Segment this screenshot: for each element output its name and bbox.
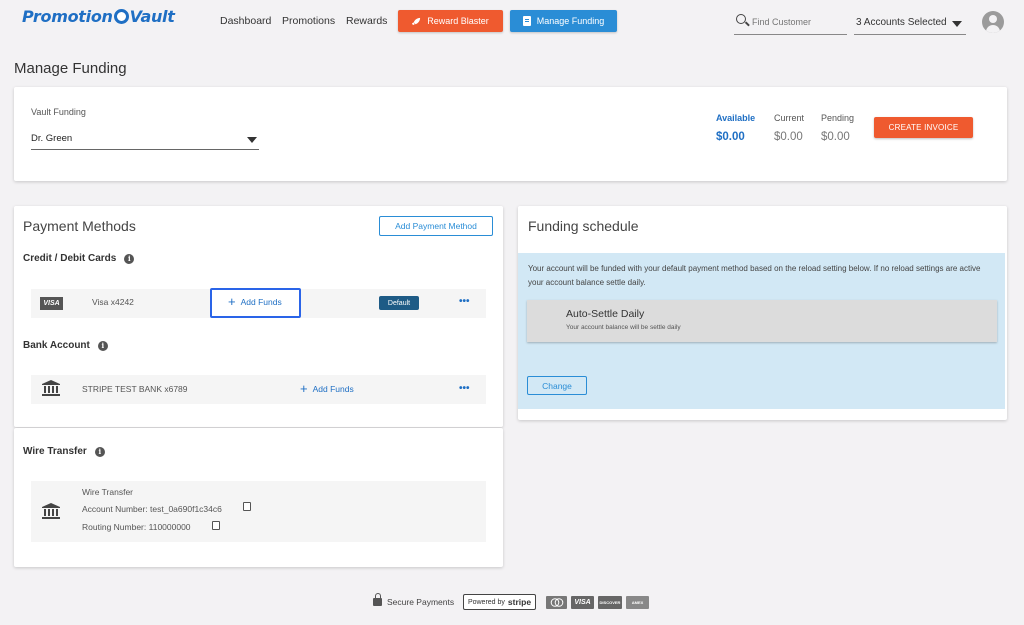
top-bar: Promotion Vault Dashboard Promotions Rewa… bbox=[0, 0, 1024, 44]
available-value: $0.00 bbox=[716, 131, 745, 143]
accounts-selected-value: 3 Accounts Selected bbox=[856, 17, 947, 28]
card-add-funds-label: Add Funds bbox=[240, 297, 282, 307]
current-label: Current bbox=[774, 113, 805, 123]
search-icon bbox=[736, 14, 746, 24]
bank-add-funds-label: Add Funds bbox=[312, 384, 354, 394]
manage-funding-label: Manage Funding bbox=[536, 16, 605, 26]
chevron-down-icon bbox=[247, 137, 257, 143]
find-customer-field[interactable] bbox=[734, 11, 847, 35]
secure-payments-text: Secure Payments bbox=[387, 597, 455, 607]
copy-icon[interactable] bbox=[240, 502, 251, 516]
bank-label: STRIPE TEST BANK x6789 bbox=[82, 384, 188, 394]
bank-icon bbox=[42, 503, 60, 519]
discover-icon: DISCOVER bbox=[598, 596, 622, 609]
wire-account-number: Account Number: test_0a690f1c34c6 bbox=[82, 504, 222, 514]
bank-more-icon[interactable]: ••• bbox=[459, 383, 470, 394]
lock-icon bbox=[373, 593, 382, 606]
reward-blaster-button[interactable]: Reward Blaster bbox=[398, 10, 503, 32]
chevron-down-icon bbox=[952, 21, 962, 27]
card-add-funds-button[interactable]: + Add Funds bbox=[228, 294, 282, 309]
bank-add-funds-button[interactable]: + Add Funds bbox=[300, 381, 354, 396]
vault-funding-select[interactable]: Dr. Green bbox=[31, 128, 259, 150]
cards-heading: Credit / Debit Cards i bbox=[23, 253, 135, 264]
nav-dashboard[interactable]: Dashboard bbox=[220, 15, 271, 27]
payment-methods-title: Payment Methods bbox=[23, 218, 136, 234]
change-button[interactable]: Change bbox=[527, 376, 587, 395]
create-invoice-button[interactable]: CREATE INVOICE bbox=[874, 117, 973, 138]
available-label: Available bbox=[716, 113, 756, 123]
manage-funding-button[interactable]: Manage Funding bbox=[510, 10, 617, 32]
info-icon[interactable]: i bbox=[97, 340, 108, 351]
avatar[interactable] bbox=[982, 11, 1004, 33]
logo[interactable]: Promotion Vault bbox=[22, 7, 175, 26]
cards-title: Credit / Debit Cards bbox=[23, 253, 117, 264]
plus-icon: + bbox=[228, 294, 236, 309]
vault-funding-value: Dr. Green bbox=[31, 133, 73, 144]
find-customer-input[interactable] bbox=[752, 15, 844, 29]
rocket-icon bbox=[412, 17, 421, 25]
copy-icon[interactable] bbox=[209, 521, 220, 535]
vault-funding-label: Vault Funding bbox=[31, 107, 86, 117]
card-more-icon[interactable]: ••• bbox=[459, 296, 470, 307]
visa-icon: VISA bbox=[571, 596, 594, 609]
auto-settle-subtitle: Your account balance will be settle dail… bbox=[566, 324, 681, 331]
logo-right: Vault bbox=[129, 7, 175, 26]
wire-routing-number: Routing Number: 110000000 bbox=[82, 522, 191, 532]
default-badge: Default bbox=[379, 296, 419, 310]
funding-schedule-description: Your account will be funded with your de… bbox=[528, 264, 981, 287]
info-icon[interactable]: i bbox=[124, 253, 135, 264]
plus-icon: + bbox=[300, 381, 308, 396]
visa-card-icon: VISA bbox=[40, 297, 63, 310]
gear-icon bbox=[113, 9, 129, 24]
accounts-select[interactable]: 3 Accounts Selected bbox=[854, 11, 966, 35]
bank-title: Bank Account bbox=[23, 340, 90, 351]
powered-by-stripe-badge: Powered by stripe bbox=[463, 594, 536, 610]
bank-icon bbox=[42, 380, 60, 396]
current-value: $0.00 bbox=[774, 131, 803, 143]
card-label: Visa x4242 bbox=[92, 297, 134, 307]
bank-heading: Bank Account i bbox=[23, 340, 108, 351]
wire-heading-text: Wire Transfer bbox=[82, 487, 134, 497]
pending-value: $0.00 bbox=[821, 131, 850, 143]
reward-blaster-label: Reward Blaster bbox=[427, 16, 489, 26]
info-icon[interactable]: i bbox=[94, 446, 105, 457]
stripe-text: stripe bbox=[507, 597, 532, 607]
powered-by-text: Powered by bbox=[467, 598, 505, 606]
funding-schedule-title: Funding schedule bbox=[528, 218, 639, 234]
amex-icon: AMEX bbox=[626, 596, 649, 609]
pending-label: Pending bbox=[821, 113, 855, 123]
wire-title: Wire Transfer bbox=[23, 446, 87, 457]
mastercard-icon bbox=[546, 596, 567, 609]
page-title: Manage Funding bbox=[14, 60, 127, 77]
nav-rewards[interactable]: Rewards bbox=[346, 15, 387, 27]
document-icon bbox=[522, 16, 531, 26]
wire-heading: Wire Transfer i bbox=[23, 446, 105, 457]
auto-settle-option[interactable]: Auto-Settle Daily Your account balance w… bbox=[527, 300, 997, 342]
logo-left: Promotion bbox=[22, 7, 113, 26]
add-payment-method-button[interactable]: Add Payment Method bbox=[379, 216, 493, 236]
auto-settle-title: Auto-Settle Daily bbox=[566, 308, 645, 320]
nav-promotions[interactable]: Promotions bbox=[282, 15, 335, 27]
